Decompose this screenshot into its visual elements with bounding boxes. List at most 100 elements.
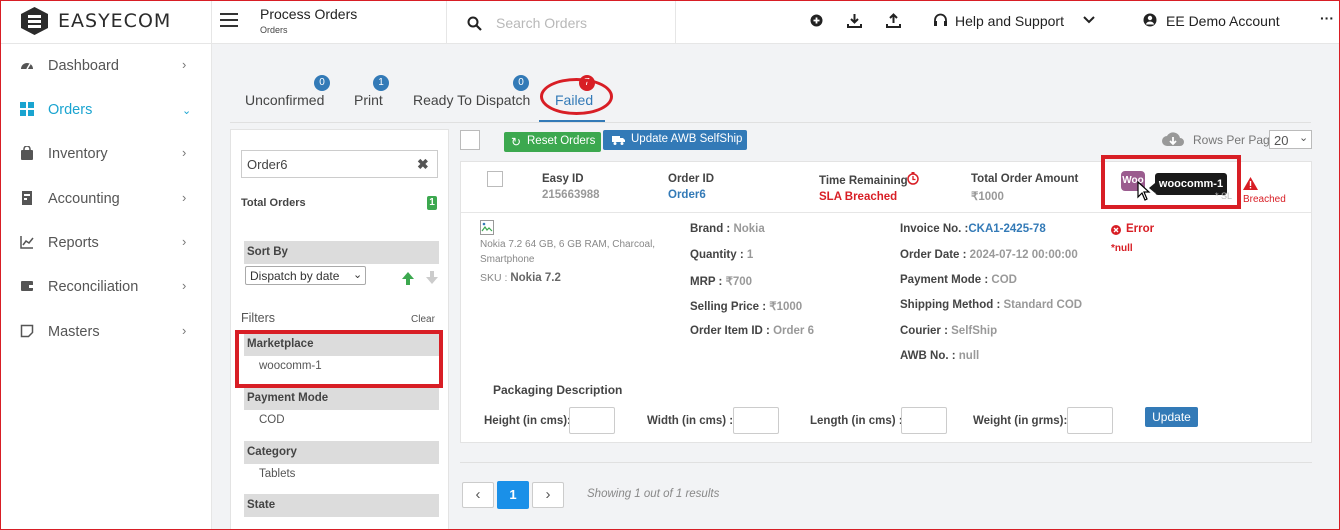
courier-row: Courier : SelfShip: [900, 325, 997, 337]
length-input[interactable]: [901, 407, 947, 434]
weight-label: Weight (in grms):: [973, 415, 1068, 427]
stopwatch-icon: [907, 172, 919, 185]
update-awb-selfship-button[interactable]: Update AWB SelfShip: [603, 130, 747, 150]
sidebar-item-label: Orders: [48, 102, 93, 118]
refresh-icon: ↻: [511, 135, 522, 149]
invoice-link[interactable]: CKA1-2425-78: [968, 223, 1045, 235]
prev-page-button[interactable]: ‹: [462, 482, 494, 508]
awb-value: null: [958, 350, 980, 362]
order-date-label: Order Date :: [900, 249, 970, 261]
weight-input[interactable]: [1067, 407, 1113, 434]
chevron-down-icon: ⌄: [182, 105, 192, 117]
quantity-label: Quantity :: [690, 249, 747, 261]
payment-mode-row: Payment Mode : COD: [900, 274, 1017, 286]
sidebar-item-label: Dashboard: [48, 58, 119, 74]
sidebar: Dashboard › Orders ⌄ Inventory › Accounting…: [1, 44, 212, 529]
chevron-down-icon: ⌄: [353, 269, 363, 281]
upload-icon[interactable]: [886, 13, 901, 28]
order-date-row: Order Date : 2024-07-12 00:00:00: [900, 249, 1078, 261]
cloud-download-icon[interactable]: [1161, 131, 1185, 148]
order-search-input[interactable]: Order6 ✖: [241, 150, 438, 178]
breached-status: Breached: [1243, 194, 1286, 205]
menu-toggle-icon[interactable]: [220, 13, 238, 31]
update-dimensions-button[interactable]: Update: [1145, 407, 1198, 427]
more-options-icon[interactable]: ···: [1320, 10, 1334, 26]
state-filter-header[interactable]: State: [244, 494, 439, 517]
payment-mode-filter-header[interactable]: Payment Mode: [244, 387, 439, 410]
clear-search-icon[interactable]: ✖: [417, 156, 429, 173]
sidebar-item-orders[interactable]: Orders ⌄: [1, 88, 212, 132]
sidebar-item-dashboard[interactable]: Dashboard ›: [1, 44, 212, 88]
total-orders-count: 1: [427, 196, 437, 210]
selling-price-label: Selling Price :: [690, 301, 770, 313]
shipping-method-row: Shipping Method : Standard COD: [900, 299, 1082, 311]
warning-icon: [1243, 177, 1258, 190]
payment-mode-option[interactable]: COD: [259, 414, 285, 426]
awb-label: AWB No. :: [900, 350, 959, 362]
reset-orders-label: Reset Orders: [527, 135, 596, 147]
tab-ready-to-dispatch[interactable]: Ready To Dispatch: [413, 92, 530, 108]
sidebar-item-reports[interactable]: Reports ›: [1, 221, 212, 265]
total-amount-value: ₹1000: [971, 191, 1004, 203]
payment-mode-label: Payment Mode :: [900, 274, 992, 286]
brand-row: Brand : Nokia: [690, 223, 765, 235]
tab-unconfirmed[interactable]: Unconfirmed: [245, 92, 324, 108]
search-value: Order6: [247, 157, 288, 172]
order-select-checkbox[interactable]: [487, 171, 503, 187]
easyecom-logo-icon: [21, 7, 48, 35]
sort-select-value: Dispatch by date: [250, 269, 340, 283]
rows-per-page-label: Rows Per Page: [1193, 133, 1277, 147]
time-remaining-label: Time Remaining: [819, 175, 908, 187]
sidebar-item-accounting[interactable]: Accounting ›: [1, 177, 212, 221]
sku-value: Nokia 7.2: [510, 272, 561, 284]
account-menu[interactable]: EE Demo Account: [1166, 13, 1280, 29]
clear-filters-link[interactable]: Clear: [411, 314, 435, 325]
help-support-link[interactable]: Help and Support: [955, 13, 1064, 29]
order-item-id-value: Order 6: [773, 325, 814, 337]
add-icon[interactable]: [810, 14, 823, 27]
chart-icon: [20, 236, 34, 249]
next-page-button[interactable]: ›: [532, 482, 564, 508]
width-input[interactable]: [733, 407, 779, 434]
sort-descending-icon[interactable]: [425, 271, 439, 285]
chevron-down-icon[interactable]: [1083, 15, 1095, 25]
sku-row: SKU : Nokia 7.2: [480, 272, 561, 284]
truck-icon: [612, 136, 625, 145]
category-filter-header[interactable]: Category: [244, 441, 439, 464]
payment-mode-value: COD: [991, 274, 1017, 286]
page-1-button[interactable]: 1: [497, 481, 529, 509]
page-title: Process Orders: [260, 6, 358, 22]
select-all-checkbox[interactable]: [460, 130, 480, 150]
selling-price-value: ₹1000: [769, 301, 803, 313]
order-id-link[interactable]: Order6: [668, 189, 706, 201]
sla-breached-text: SLA Breached: [819, 191, 898, 203]
tab-print[interactable]: Print: [354, 92, 383, 108]
tab-count-badge: 0: [314, 75, 330, 91]
sidebar-item-masters[interactable]: Masters ›: [1, 310, 212, 354]
note-icon: [20, 324, 34, 338]
brand-label: Brand :: [690, 223, 734, 235]
sku-label: SKU :: [480, 272, 511, 284]
wallet-icon: [21, 281, 33, 291]
sort-select[interactable]: Dispatch by date ⌄: [245, 266, 366, 285]
sidebar-item-inventory[interactable]: Inventory ›: [1, 132, 212, 176]
awb-row: AWB No. : null: [900, 350, 979, 362]
category-option[interactable]: Tablets: [259, 468, 295, 480]
sort-ascending-icon[interactable]: [401, 271, 415, 285]
divider: [460, 462, 1312, 463]
tab-count-badge: 0: [513, 75, 529, 91]
sidebar-item-reconciliation[interactable]: Reconciliation ›: [1, 265, 212, 309]
filters-label: Filters: [241, 311, 276, 325]
download-icon[interactable]: [847, 13, 862, 28]
broken-image-icon: [480, 220, 494, 235]
reset-orders-button[interactable]: ↻ Reset Orders: [504, 132, 601, 152]
results-summary: Showing 1 out of 1 results: [587, 488, 720, 500]
chevron-right-icon: ›: [182, 57, 187, 72]
mrp-label: MRP :: [690, 276, 726, 288]
height-input[interactable]: [569, 407, 615, 434]
search-input[interactable]: Search Orders: [496, 15, 587, 31]
rows-per-page-select[interactable]: 20 ⌄: [1269, 130, 1312, 149]
sort-by-header: Sort By: [244, 241, 439, 264]
breadcrumb[interactable]: Orders: [260, 25, 288, 35]
width-label: Width (in cms) :: [647, 415, 734, 427]
